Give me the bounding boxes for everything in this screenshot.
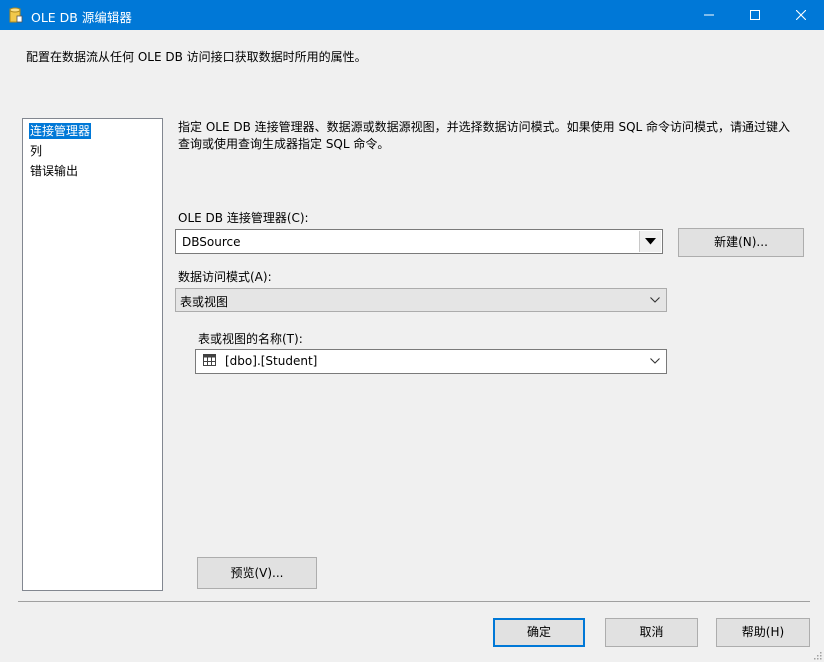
title-bar[interactable]: OLE DB 源编辑器 bbox=[0, 0, 824, 30]
instructions: 指定 OLE DB 连接管理器、数据源或数据源视图，并选择数据访问模式。如果使用… bbox=[178, 119, 798, 153]
close-icon bbox=[796, 10, 806, 20]
ssis-component-icon bbox=[9, 7, 23, 23]
nav-item-error-output[interactable]: 错误输出 bbox=[29, 163, 79, 179]
maximize-icon bbox=[750, 10, 760, 20]
chevron-down-icon bbox=[650, 297, 660, 303]
triangle-down-icon bbox=[645, 238, 656, 245]
dialog-description: 配置在数据流从任何 OLE DB 访问接口获取数据时所用的属性。 bbox=[26, 50, 367, 64]
connection-manager-label: OLE DB 连接管理器(C): bbox=[178, 211, 309, 225]
close-button[interactable] bbox=[778, 0, 824, 30]
minimize-button[interactable] bbox=[686, 0, 732, 30]
table-name-value: [dbo].[Student] bbox=[225, 354, 318, 368]
preview-button[interactable]: 预览(V)... bbox=[197, 557, 317, 589]
table-name-select[interactable]: [dbo].[Student] bbox=[195, 349, 667, 374]
table-name-label: 表或视图的名称(T): bbox=[198, 332, 303, 346]
cancel-button[interactable]: 取消 bbox=[605, 618, 698, 647]
access-mode-label: 数据访问模式(A): bbox=[178, 270, 272, 284]
connection-manager-combo[interactable]: DBSource bbox=[175, 229, 663, 254]
nav-item-connection-manager[interactable]: 连接管理器 bbox=[29, 123, 92, 139]
new-connection-button[interactable]: 新建(N)... bbox=[678, 228, 804, 257]
instructions-line-2: 查询或使用查询生成器指定 SQL 命令。 bbox=[178, 137, 390, 151]
access-mode-value: 表或视图 bbox=[180, 295, 229, 309]
ok-button[interactable]: 确定 bbox=[493, 618, 585, 647]
page-nav-list[interactable]: 连接管理器 列 错误输出 bbox=[22, 118, 163, 591]
instructions-line-1: 指定 OLE DB 连接管理器、数据源或数据源视图，并选择数据访问模式。如果使用… bbox=[178, 120, 791, 134]
minimize-icon bbox=[704, 14, 714, 16]
resize-grip-icon[interactable] bbox=[812, 650, 822, 660]
footer-divider bbox=[18, 601, 810, 602]
connection-manager-value: DBSource bbox=[182, 235, 241, 249]
chevron-down-icon bbox=[650, 358, 660, 364]
table-icon bbox=[203, 354, 216, 366]
window-title: OLE DB 源编辑器 bbox=[31, 10, 132, 25]
access-mode-select[interactable]: 表或视图 bbox=[175, 288, 667, 312]
help-button[interactable]: 帮助(H) bbox=[716, 618, 810, 647]
nav-item-columns[interactable]: 列 bbox=[29, 143, 43, 159]
connection-manager-dropdown-button[interactable] bbox=[639, 231, 661, 252]
maximize-button[interactable] bbox=[732, 0, 778, 30]
